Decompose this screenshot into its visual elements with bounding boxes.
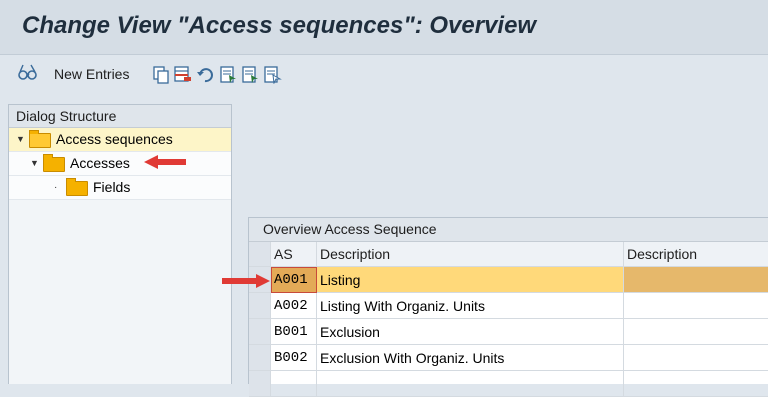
row-selector[interactable] [249,345,271,371]
row-selector[interactable] [249,319,271,345]
as-cell[interactable] [271,371,317,397]
as-cell[interactable]: B002 [271,345,317,371]
display-change-glasses-icon[interactable] [18,63,38,86]
row-selector[interactable] [249,371,271,397]
folder-icon [43,157,65,172]
expand-arrow-icon[interactable]: ▼ [30,152,39,175]
undo-icon[interactable] [196,66,214,84]
tree-item-access-sequences[interactable]: ▼ Access sequences [9,128,231,152]
description-2-cell[interactable] [624,293,768,319]
description-cell[interactable]: Listing With Organiz. Units [317,293,624,319]
overview-header: Overview Access Sequence [249,218,768,242]
tree-item-fields[interactable]: · Fields [9,176,231,200]
table-header-row: AS Description Description [249,242,768,267]
title-bar: Change View "Access sequences": Overview [0,0,768,55]
column-header-description-2[interactable]: Description [624,242,768,267]
description-cell[interactable] [317,371,624,397]
description-cell[interactable]: Exclusion With Organiz. Units [317,345,624,371]
as-cell[interactable]: A002 [271,293,317,319]
tree-item-label: Fields [93,176,130,199]
deselect-all-icon[interactable] [264,66,282,84]
description-cell[interactable]: Exclusion [317,319,624,345]
expand-arrow-icon[interactable]: ▼ [16,128,25,151]
row-selector[interactable] [249,293,271,319]
description-2-cell[interactable] [624,267,768,293]
as-cell[interactable]: B001 [271,319,317,345]
description-2-cell[interactable] [624,371,768,397]
table-row[interactable]: A002 Listing With Organiz. Units [249,293,768,319]
description-2-cell[interactable] [624,319,768,345]
tree-item-label: Access sequences [56,128,173,151]
description-2-cell[interactable] [624,345,768,371]
table-row-empty[interactable] [249,371,768,397]
delete-icon[interactable] [174,66,192,84]
select-block-icon[interactable] [242,66,260,84]
table-row[interactable]: B001 Exclusion [249,319,768,345]
column-header-description[interactable]: Description [317,242,624,267]
dialog-structure-header: Dialog Structure [9,105,231,128]
copy-icon[interactable] [152,66,170,84]
description-cell[interactable]: Listing [317,267,624,293]
new-entries-button[interactable]: New Entries [54,66,129,82]
overview-panel: Overview Access Sequence AS Description … [248,217,768,384]
as-cell[interactable]: A001 [271,267,317,293]
select-all-icon[interactable] [220,66,238,84]
overview-table: AS Description Description A001 Listing … [249,242,768,397]
toolbar: New Entries [0,55,768,97]
dialog-structure-panel: Dialog Structure ▼ Access sequences ▼ Ac… [8,104,232,384]
table-row[interactable]: A001 Listing [249,267,768,293]
annotation-arrow-icon [142,154,188,170]
tree-item-accesses[interactable]: ▼ Accesses [9,152,231,176]
select-all-cell[interactable] [249,242,271,267]
column-header-as[interactable]: AS [271,242,317,267]
folder-open-icon [29,133,51,148]
table-row[interactable]: B002 Exclusion With Organiz. Units [249,345,768,371]
page-title: Change View "Access sequences": Overview [22,12,536,40]
tree-item-label: Accesses [70,152,130,175]
folder-icon [66,181,88,196]
bullet-icon: · [54,176,57,199]
annotation-arrow-icon [220,273,272,289]
